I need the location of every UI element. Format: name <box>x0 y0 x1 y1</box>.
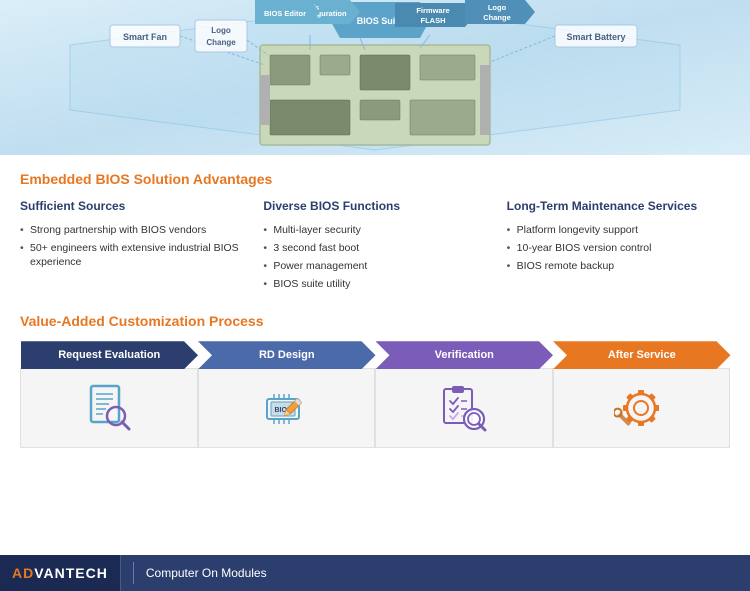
advantages-grid: Sufficient Sources Strong partnership wi… <box>20 199 730 295</box>
footer-subtitle: Computer On Modules <box>146 566 267 580</box>
verification-icon <box>436 381 491 436</box>
advantages-section: Embedded BIOS Solution Advantages Suffic… <box>20 171 730 295</box>
list-item: BIOS suite utility <box>263 277 486 291</box>
list-item: 50+ engineers with extensive industrial … <box>20 241 243 269</box>
svg-text:Logo: Logo <box>211 26 231 35</box>
step-after-service: After Service <box>553 341 731 448</box>
list-item: 3 second fast boot <box>263 241 486 255</box>
step3-label: Verification <box>435 349 494 361</box>
footer: ADVANTECH Computer On Modules <box>0 555 750 591</box>
process-title: Value-Added Customization Process <box>20 313 730 329</box>
svg-text:Logo: Logo <box>488 3 507 12</box>
step3-header: Verification <box>376 341 554 369</box>
col2-list: Multi-layer security 3 second fast boot … <box>263 223 486 292</box>
list-item: 10-year BIOS version control <box>507 241 730 255</box>
footer-logo-area: ADVANTECH <box>0 555 121 591</box>
col3-list: Platform longevity support 10-year BIOS … <box>507 223 730 274</box>
step1-icon-area <box>20 368 198 448</box>
after-service-icon <box>614 381 669 436</box>
step2-icon-area: BIOS <box>198 368 376 448</box>
process-steps: Request Evaluation <box>20 341 730 448</box>
col-sufficient-sources: Sufficient Sources Strong partnership wi… <box>20 199 243 295</box>
list-item: Strong partnership with BIOS vendors <box>20 223 243 237</box>
col3-title: Long-Term Maintenance Services <box>507 199 730 215</box>
step1-header: Request Evaluation <box>21 341 199 369</box>
advantages-title: Embedded BIOS Solution Advantages <box>20 171 730 187</box>
rd-design-icon: BIOS <box>259 381 314 436</box>
footer-logo-ad: AD <box>12 565 34 581</box>
svg-text:FLASH: FLASH <box>421 16 446 25</box>
svg-text:Smart Fan: Smart Fan <box>123 32 167 42</box>
hero-section: BIOS Suite Configuration Tools Firmware … <box>0 0 750 155</box>
footer-divider <box>133 562 134 584</box>
step4-icon-area <box>553 368 731 448</box>
svg-text:BIOS Editor: BIOS Editor <box>264 9 306 18</box>
svg-text:Change: Change <box>483 13 511 22</box>
svg-text:Smart Battery: Smart Battery <box>566 32 625 42</box>
footer-logo-vantech: VANTECH <box>34 565 108 581</box>
step-request-evaluation: Request Evaluation <box>20 341 198 448</box>
col-longterm: Long-Term Maintenance Services Platform … <box>507 199 730 295</box>
list-item: Power management <box>263 259 486 273</box>
svg-text:Change: Change <box>206 38 236 47</box>
list-item: Platform longevity support <box>507 223 730 237</box>
footer-logo: ADVANTECH <box>12 565 108 581</box>
step4-label: After Service <box>608 349 676 361</box>
col1-title: Sufficient Sources <box>20 199 243 215</box>
request-evaluation-icon <box>81 381 136 436</box>
list-item: Multi-layer security <box>263 223 486 237</box>
list-item: BIOS remote backup <box>507 259 730 273</box>
main-content: Embedded BIOS Solution Advantages Suffic… <box>0 155 750 458</box>
step2-header: RD Design <box>198 341 376 369</box>
step1-label: Request Evaluation <box>58 349 160 361</box>
svg-text:Firmware: Firmware <box>416 6 449 15</box>
step-rd-design: RD Design BIOS <box>198 341 376 448</box>
process-section: Value-Added Customization Process Reques… <box>20 313 730 448</box>
step-verification: Verification <box>375 341 553 448</box>
col2-title: Diverse BIOS Functions <box>263 199 486 215</box>
step3-icon-area <box>375 368 553 448</box>
col1-list: Strong partnership with BIOS vendors 50+… <box>20 223 243 270</box>
hero-illustration: BIOS Suite Configuration Tools Firmware … <box>0 0 750 155</box>
step4-header: After Service <box>553 341 731 369</box>
col-diverse-bios: Diverse BIOS Functions Multi-layer secur… <box>263 199 486 295</box>
step2-label: RD Design <box>259 349 315 361</box>
